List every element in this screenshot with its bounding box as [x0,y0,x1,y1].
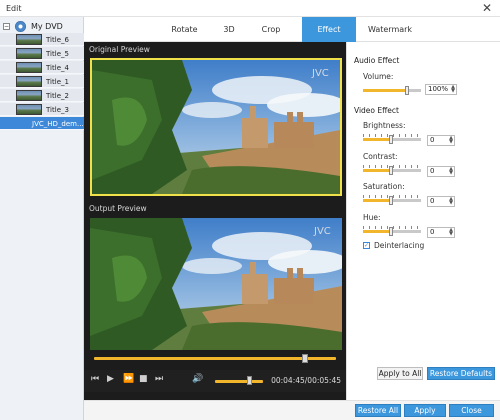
spin-arrows-icon[interactable]: ▲ ▼ [451,85,455,94]
saturation-slider[interactable] [363,196,421,205]
footer-bar: Restore All Apply Close [84,400,500,420]
time-readout: 00:04:45/00:05:45 [271,376,341,385]
stop-icon[interactable]: ■ [139,374,148,384]
title-bar: Edit ✕ [0,0,500,17]
contrast-field[interactable]: 0 ▲ ▼ [427,166,455,177]
title-thumbnail [16,48,42,59]
seek-thumb[interactable] [302,354,308,363]
hue-value: 0 [430,228,435,236]
output-preview-frame: JVC [90,218,342,350]
sidebar-item-label: Title_1 [46,78,69,86]
sidebar-item-title-1[interactable]: Title_1 [0,75,84,88]
title-thumbnail [16,34,42,45]
close-window-icon[interactable]: ✕ [482,1,492,15]
restore-defaults-button[interactable]: Restore Defaults [427,367,495,380]
volume-thumb[interactable] [247,376,252,385]
brightness-slider[interactable] [363,135,421,144]
deinterlacing-checkbox[interactable]: ✓ [363,242,370,249]
title-sidebar: − My DVD Title_6 Title_5 Title_4 Title_1… [0,17,84,420]
volume-field[interactable]: 100% ▲ ▼ [425,84,457,95]
slider-knob[interactable] [389,135,393,144]
audio-effect-heading: Audio Effect [354,56,400,65]
watermark-text: JVC [311,68,329,79]
contrast-value: 0 [430,167,435,175]
seek-bar[interactable] [94,357,336,360]
contrast-slider[interactable] [363,166,421,175]
output-preview-label: Output Preview [89,204,147,213]
speaker-icon[interactable]: 🔊 [192,374,203,384]
tab-rotate[interactable]: Rotate [162,17,207,42]
tree-root-my-dvd[interactable]: − My DVD [0,20,84,33]
collapse-icon[interactable]: − [3,23,10,30]
spin-arrows-icon[interactable]: ▲ ▼ [449,167,453,176]
title-thumbnail [16,76,42,87]
tab-effect[interactable]: Effect [302,17,356,42]
hue-label: Hue: [363,213,381,222]
volume-label: Volume: [363,72,394,81]
title-thumbnail [16,104,42,115]
tree-root-label: My DVD [31,22,63,31]
preview-pane: Original Preview JVC Output Preview JVC … [84,42,346,400]
effect-settings-panel: Audio Effect Volume: 100% ▲ ▼ Video Effec… [346,42,500,400]
volume-value: 100% [428,85,449,93]
edit-tabs: Rotate 3D Crop Effect Watermark [84,17,500,42]
brightness-label: Brightness: [363,121,406,130]
hue-field[interactable]: 0 ▲ ▼ [427,227,455,238]
tab-3d[interactable]: 3D [210,17,248,42]
disc-icon [15,21,26,32]
saturation-value: 0 [430,197,435,205]
sidebar-item-title-4[interactable]: Title_4 [0,61,84,74]
contrast-label: Contrast: [363,152,398,161]
tab-watermark[interactable]: Watermark [360,17,420,42]
sidebar-item-title-3[interactable]: Title_3 [0,103,84,116]
spin-arrows-icon[interactable]: ▲ ▼ [449,197,453,206]
original-preview-frame: JVC [90,58,342,196]
slider-knob[interactable] [389,227,393,236]
playback-controls: ⏮ ▶ ⏩ ■ ⏭ 🔊 00:04:45/00:05:45 [84,370,346,392]
skip-back-icon[interactable]: ⏮ [91,374,99,384]
skip-forward-icon[interactable]: ⏭ [155,374,163,384]
sidebar-item-label: Title_4 [46,64,69,72]
title-thumbnail [16,62,42,73]
output-video-frame: JVC [90,218,342,350]
original-video-frame: JVC [92,60,340,194]
slider-knob[interactable] [405,86,409,95]
sidebar-item-label: Title_3 [46,106,69,114]
close-button[interactable]: Close [449,404,494,417]
saturation-field[interactable]: 0 ▲ ▼ [427,196,455,207]
brightness-value: 0 [430,136,435,144]
sidebar-item-label: Title_2 [46,92,69,100]
volume-slider[interactable] [363,86,421,95]
saturation-label: Saturation: [363,182,405,191]
apply-to-all-button[interactable]: Apply to All [377,367,423,380]
watermark-text: JVC [313,226,331,237]
restore-all-button[interactable]: Restore All [355,404,401,417]
window-title: Edit [6,4,22,13]
apply-button[interactable]: Apply [404,404,446,417]
sidebar-item-title-2[interactable]: Title_2 [0,89,84,102]
hue-slider[interactable] [363,227,421,236]
original-preview-label: Original Preview [89,45,150,54]
slider-knob[interactable] [389,166,393,175]
sidebar-item-label: Title_6 [46,36,69,44]
brightness-field[interactable]: 0 ▲ ▼ [427,135,455,146]
spin-arrows-icon[interactable]: ▲ ▼ [449,228,453,237]
sidebar-item-title-6[interactable]: Title_6 [0,33,84,46]
volume-bar[interactable] [215,380,263,383]
play-icon[interactable]: ▶ [107,374,114,384]
sidebar-item-jvc-hd-demo[interactable]: JVC_HD_dem... [0,117,84,130]
deinterlacing-label: Deinterlacing [374,241,425,250]
sidebar-item-title-5[interactable]: Title_5 [0,47,84,60]
title-thumbnail [16,90,42,101]
tab-crop[interactable]: Crop [252,17,290,42]
slider-knob[interactable] [389,196,393,205]
sidebar-item-label: JVC_HD_dem... [32,120,84,128]
fast-forward-icon[interactable]: ⏩ [123,374,134,384]
video-effect-heading: Video Effect [354,106,399,115]
sidebar-item-label: Title_5 [46,50,69,58]
spin-arrows-icon[interactable]: ▲ ▼ [449,136,453,145]
